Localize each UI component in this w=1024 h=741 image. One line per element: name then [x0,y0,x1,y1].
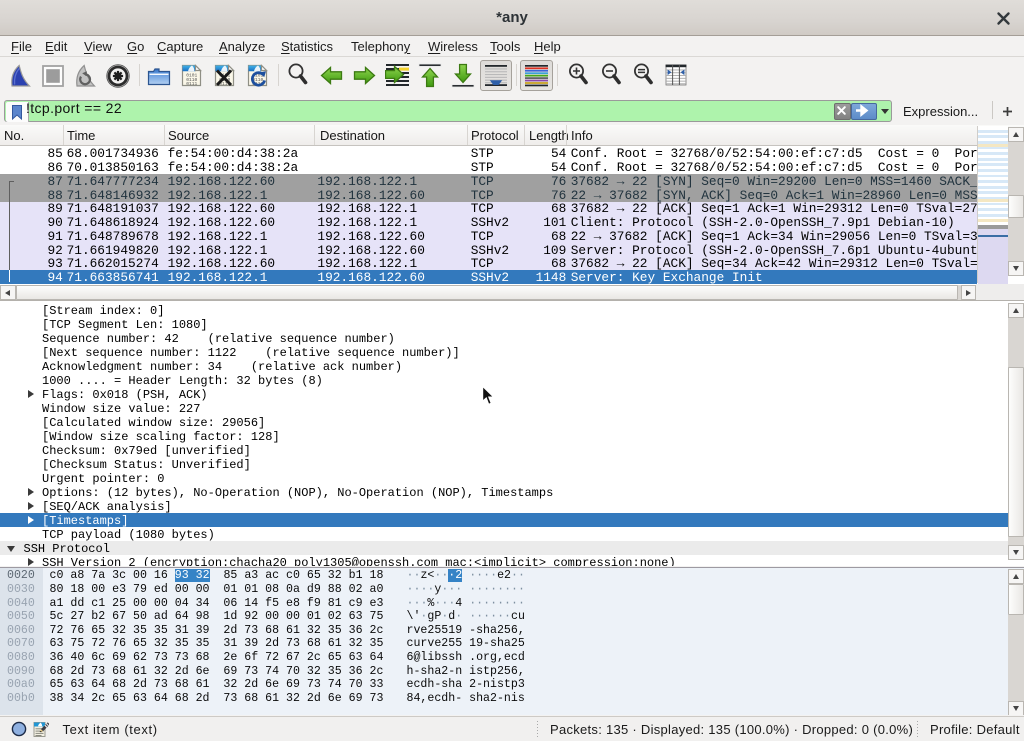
svg-text:0111: 0111 [186,81,197,87]
